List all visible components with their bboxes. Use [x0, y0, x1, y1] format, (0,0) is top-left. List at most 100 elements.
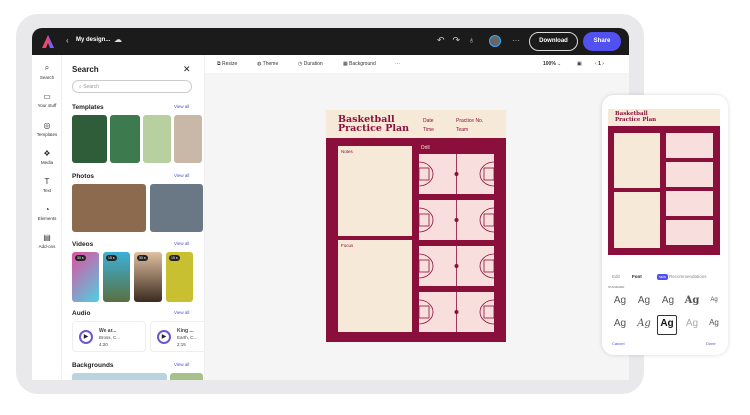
theme-button[interactable]: ◍ Theme — [257, 61, 278, 67]
zoom-select[interactable]: 100% ⌄ — [543, 61, 561, 67]
photo-thumb[interactable] — [72, 184, 146, 232]
rail-item-add-ons[interactable]: ▤ Add-ons — [32, 233, 62, 249]
view-all-videos[interactable]: View all — [174, 241, 189, 246]
design-title[interactable]: My design... — [76, 37, 110, 43]
background-thumb[interactable] — [170, 373, 203, 380]
text-icon: T — [44, 177, 50, 186]
resize-button[interactable]: ⧉ Resize — [217, 61, 237, 67]
font-option[interactable]: Ag — [682, 295, 702, 306]
search-panel: Search ✕ ⌕ Search Templates View all Pho… — [62, 55, 205, 380]
done-button[interactable]: Done — [706, 341, 716, 346]
media-icon: ❖ — [43, 149, 51, 158]
search-icon: ⌕ — [44, 63, 50, 72]
template-thumb[interactable] — [174, 115, 202, 163]
close-icon[interactable]: ✕ — [183, 64, 191, 75]
time-label: Time — [423, 127, 434, 133]
font-option[interactable]: Ag — [610, 318, 630, 329]
section-audio: Audio — [72, 310, 91, 317]
section-backgrounds: Backgrounds — [72, 362, 114, 369]
play-icon[interactable]: ▶ — [79, 330, 93, 344]
video-thumb[interactable]: 15 s — [166, 252, 193, 302]
focus-box[interactable]: Focus — [338, 240, 412, 332]
rail-item-templates[interactable]: ◎ Templates — [32, 121, 62, 137]
duration-button[interactable]: ◷ Duration — [298, 61, 323, 67]
play-icon[interactable]: ▶ — [157, 330, 171, 344]
font-option[interactable]: Ag — [704, 318, 724, 327]
video-thumb[interactable]: 30 s — [72, 252, 99, 302]
rail-item-elements[interactable]: ◔ Elements — [32, 205, 62, 221]
audio-duration: 4:20 — [99, 342, 108, 347]
share-button[interactable]: Share — [583, 32, 621, 51]
section-templates: Templates — [72, 104, 104, 111]
video-duration: 30 s — [137, 255, 148, 261]
view-all-audio[interactable]: View all — [174, 310, 189, 315]
template-thumb[interactable] — [110, 115, 140, 163]
audio-title: King ... — [177, 328, 194, 334]
cloud-icon: ☁ — [114, 35, 122, 44]
template-thumb[interactable] — [72, 115, 107, 163]
view-all-backgrounds[interactable]: View all — [174, 362, 189, 367]
font-option-selected[interactable]: Ag — [657, 315, 677, 335]
font-option[interactable]: Ag — [634, 295, 654, 306]
app-logo-icon[interactable] — [42, 35, 54, 48]
view-all-photos[interactable]: View all — [174, 173, 189, 178]
rail-item-media[interactable]: ❖ Media — [32, 149, 62, 165]
left-rail: ⌕ Search ▭ Your stuff ◎ Templates ❖ Media TT… — [32, 55, 62, 380]
video-thumb[interactable]: 30 s — [134, 252, 162, 302]
audio-artist: Bross, C... — [99, 335, 121, 340]
rail-item-search[interactable]: ⌕ Search — [32, 63, 62, 80]
document-title[interactable]: Basketball Practice Plan — [338, 115, 409, 134]
font-option[interactable]: Ag — [658, 295, 678, 306]
tab-edit[interactable]: Edit — [612, 274, 620, 279]
view-all-templates[interactable]: View all — [174, 104, 189, 109]
phone-doc-title: Basketball Practice Plan — [615, 111, 657, 123]
new-badge: NEW — [657, 274, 668, 280]
team-label: Team — [456, 127, 469, 133]
tab-font[interactable]: Font — [632, 274, 642, 279]
notes-box[interactable]: Notes — [338, 146, 412, 236]
back-icon[interactable]: ‹ — [66, 36, 69, 45]
section-videos: Videos — [72, 241, 94, 248]
font-option[interactable]: Ag — [634, 318, 654, 329]
canvas-toolbar: ⧉ Resize ◍ Theme ◷ Duration ▦ Background… — [205, 55, 629, 73]
rail-item-text[interactable]: T Text — [32, 177, 62, 193]
document-canvas[interactable]: Basketball Practice Plan Date Time Practi… — [326, 110, 506, 342]
redo-icon[interactable]: ↷ — [453, 35, 461, 46]
phone-document[interactable]: Basketball Practice Plan — [608, 109, 720, 255]
video-duration: 15 s — [106, 255, 117, 261]
lightbulb-icon[interactable]: ♁ — [468, 35, 475, 46]
rail-item-your-stuff[interactable]: ▭ Your stuff — [32, 92, 62, 108]
practice-no-label: Practice No. — [456, 118, 484, 124]
pages-icon[interactable]: ▣ — [577, 61, 582, 67]
audio-item[interactable]: ▶ We ar... Bross, C... 4:20 — [72, 321, 146, 352]
drill-label: Drill — [421, 145, 430, 151]
font-option[interactable]: Ag — [682, 318, 702, 329]
court-diagram — [418, 200, 495, 240]
standard-label: STANDARD — [608, 285, 625, 289]
audio-item[interactable]: ▶ King ... Earth, C... 2:15 — [150, 321, 204, 352]
photo-thumb[interactable] — [150, 184, 203, 232]
folder-icon: ▭ — [43, 92, 51, 101]
download-button[interactable]: Download — [529, 32, 578, 51]
video-duration: 30 s — [75, 255, 86, 261]
addons-icon: ▤ — [43, 233, 51, 242]
more-icon[interactable]: ··· — [395, 61, 400, 67]
cancel-button[interactable]: Cancel — [612, 341, 624, 346]
video-duration: 15 s — [169, 255, 180, 261]
audio-duration: 2:15 — [177, 342, 186, 347]
page-nav[interactable]: ‹ 1 › — [595, 61, 604, 67]
background-button[interactable]: ▦ Background — [343, 61, 376, 67]
avatar[interactable] — [489, 35, 501, 47]
tab-recommendations[interactable]: Recommendations — [669, 274, 707, 279]
font-option[interactable]: Ag — [610, 295, 630, 306]
more-icon[interactable]: ··· — [512, 36, 520, 45]
template-thumb[interactable] — [143, 115, 171, 163]
background-thumb[interactable] — [72, 373, 167, 380]
phone-preview: Basketball Practice Plan Edit Font NEW Re… — [602, 95, 728, 355]
section-photos: Photos — [72, 173, 95, 180]
undo-icon[interactable]: ↶ — [437, 35, 445, 46]
elements-icon: ◔ — [44, 205, 50, 214]
font-option[interactable]: Ag — [704, 297, 724, 303]
search-input[interactable]: ⌕ Search — [72, 80, 192, 93]
video-thumb[interactable]: 15 s — [103, 252, 130, 302]
